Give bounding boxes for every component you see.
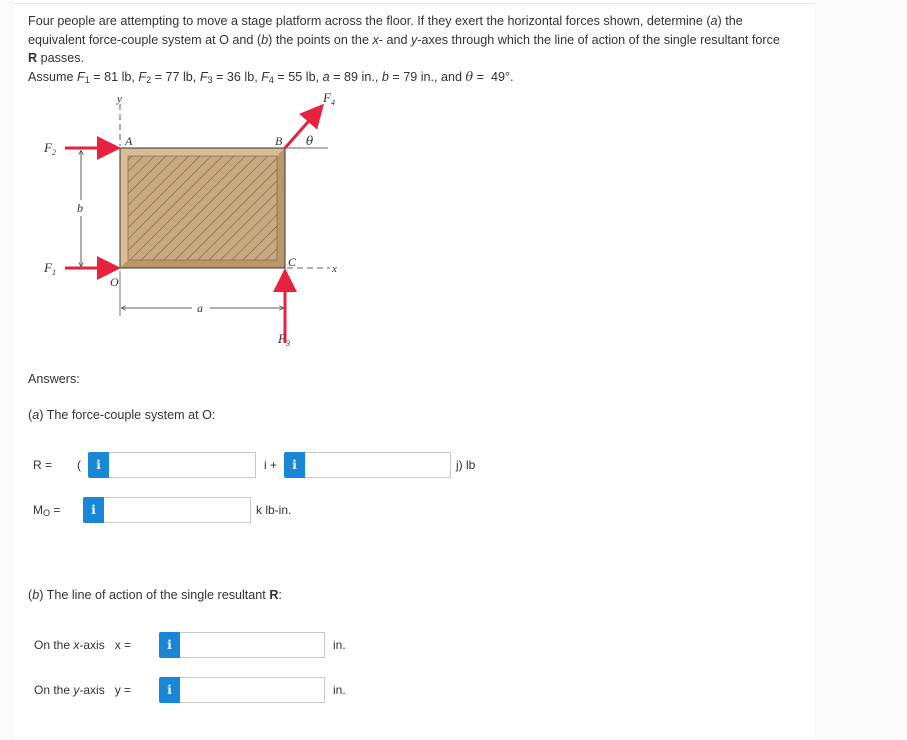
i-plus-label: i +	[264, 458, 278, 472]
F1-value: 81	[104, 69, 119, 84]
assumptions: Assume F1 = 81 lb, F2 = 77 lb, F3 = 36 l…	[28, 68, 514, 85]
problem-line-2: equivalent force-couple system at O and …	[28, 32, 780, 47]
resultant-symbol: R	[28, 51, 38, 65]
y-input[interactable]	[180, 677, 325, 703]
part-a-heading: (a) The force-couple system at O:	[28, 408, 216, 422]
degree-unit: °.	[505, 69, 514, 84]
a-value: 89	[344, 69, 359, 84]
R-open-paren: (	[77, 458, 81, 472]
x-axis-label: x	[331, 263, 337, 275]
passes-text: passes.	[37, 51, 85, 65]
x-unit-label: in.	[333, 638, 346, 652]
page-margin	[0, 0, 14, 740]
part-b-heading: (b) The line of action of the single res…	[28, 588, 282, 602]
x-info-button[interactable]: i	[159, 632, 180, 658]
F4-value: 55	[288, 69, 303, 84]
R-label: R =	[33, 458, 53, 472]
y-axis-answer-label: On the y-axis y =	[34, 683, 132, 697]
x-input[interactable]	[180, 632, 325, 658]
problem-statement: Four people are attempting to move a sta…	[28, 12, 808, 89]
R-y-input[interactable]	[305, 452, 451, 478]
point-A-label: A	[124, 134, 133, 148]
R-x-input[interactable]	[109, 452, 256, 478]
Mo-input[interactable]	[104, 497, 251, 523]
y-info-button[interactable]: i	[159, 677, 180, 703]
F3-value: 36	[226, 69, 241, 84]
theta-value: 49	[490, 69, 505, 84]
stage-platform-figure: y x A B C O θ F2 F1 F3 F4 b a	[43, 90, 337, 348]
R-y-info-button[interactable]: i	[284, 452, 305, 478]
Mo-unit-label: k lb-in.	[256, 503, 292, 517]
b-value: 79	[403, 69, 418, 84]
force-F1-label: F1	[43, 260, 56, 277]
Mo-info-button[interactable]: i	[83, 497, 104, 523]
assume-label: Assume	[28, 69, 77, 84]
force-F4-label: F4	[322, 90, 335, 107]
x-axis-answer-label: On the x-axis x =	[34, 638, 132, 652]
platform	[119, 147, 286, 269]
force-F3-label: F3	[277, 331, 290, 348]
problem-line-3: R passes.	[28, 49, 808, 68]
dimension-a-label: a	[197, 301, 203, 315]
F2-value: 77	[165, 69, 180, 84]
point-O-label: O	[110, 275, 119, 289]
y-axis-label: y	[116, 93, 122, 105]
problem-line-1: Four people are attempting to move a sta…	[28, 14, 743, 28]
point-C-label: C	[288, 255, 297, 269]
answers-heading: Answers:	[28, 372, 80, 386]
divider	[14, 3, 815, 4]
R-x-info-button[interactable]: i	[88, 452, 109, 478]
theta-label: θ	[306, 134, 314, 148]
dimension-b-label: b	[77, 201, 83, 215]
point-B-label: B	[275, 134, 283, 148]
y-unit-label: in.	[333, 683, 346, 697]
Mo-label: MO =	[33, 503, 61, 518]
force-F4-arrow	[283, 103, 324, 149]
j-lb-label: j) lb	[456, 458, 476, 472]
force-F2-label: F2	[43, 140, 56, 157]
